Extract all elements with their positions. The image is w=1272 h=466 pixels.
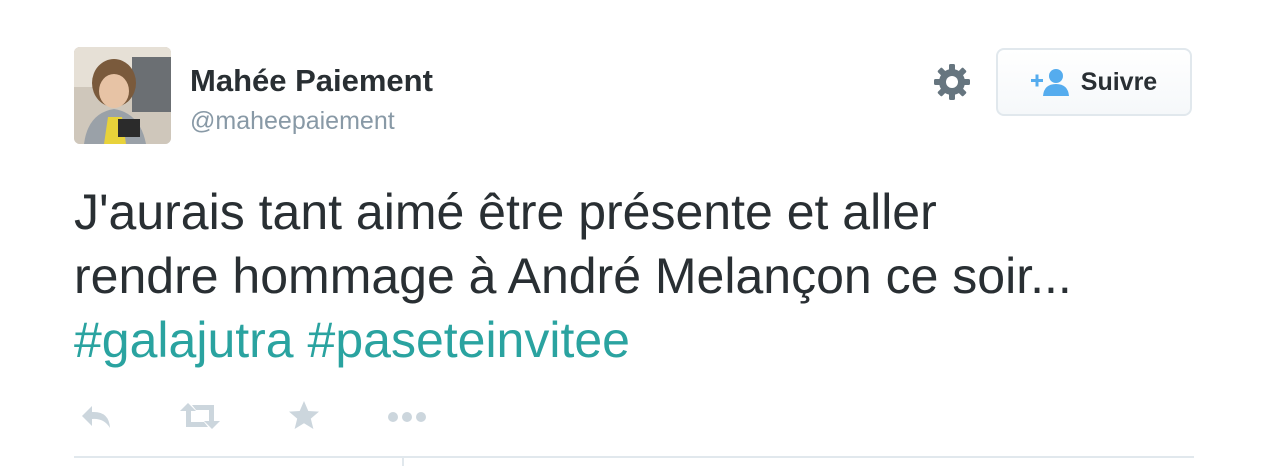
tweet-text-line-2: rendre hommage à André Melançon ce soir.…: [74, 248, 1072, 304]
divider: [74, 456, 1194, 458]
avatar[interactable]: [74, 47, 171, 144]
follow-button-label: Suivre: [1080, 67, 1158, 96]
favorite-star-icon[interactable]: [286, 398, 322, 434]
divider-tick: [402, 458, 404, 466]
more-dots-icon[interactable]: [384, 398, 430, 434]
tweet-text: J'aurais tant aimé être présente et alle…: [74, 180, 1214, 372]
profile-photo: [74, 47, 171, 144]
add-user-icon: [1030, 66, 1071, 98]
tweet-hashtags: #galajutra #paseteinvitee: [74, 308, 1214, 372]
reply-icon[interactable]: [78, 398, 114, 434]
user-name[interactable]: Mahée Paiement: [190, 62, 433, 100]
retweet-icon[interactable]: [178, 398, 222, 434]
user-handle[interactable]: @maheepaiement: [190, 106, 395, 136]
follow-button[interactable]: Suivre: [996, 48, 1192, 116]
hashtag-link-galajutra[interactable]: #galajutra: [74, 312, 294, 368]
tweet-text-line-1: J'aurais tant aimé être présente et alle…: [74, 184, 937, 240]
gear-icon[interactable]: [932, 62, 972, 102]
hashtag-link-paseteinvitee[interactable]: #paseteinvitee: [308, 312, 630, 368]
